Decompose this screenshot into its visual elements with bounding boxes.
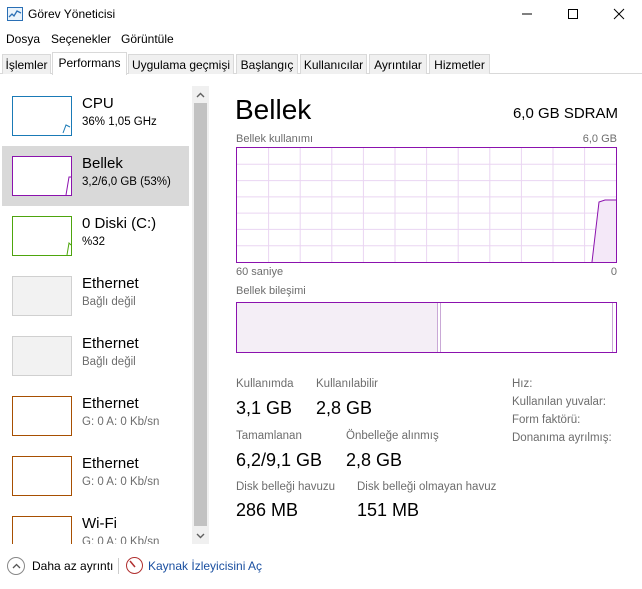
sidebar-item-label: Ethernet	[82, 335, 139, 352]
sidebar-item-detail: G: 0 A: 0 Kb/sn	[82, 476, 160, 488]
tab-services[interactable]: Hizmetler	[429, 54, 490, 74]
tab-app-history[interactable]: Uygulama geçmişi	[128, 54, 234, 74]
sidebar-item-label: Wi-Fi	[82, 515, 117, 532]
resource-sidebar: CPU 36% 1,05 GHz Bellek 3,2/6,0 GB (53%)…	[0, 86, 209, 544]
fewer-details-button[interactable]: Daha az ayrıntı	[32, 559, 113, 573]
paged-pool-value: 286 MB	[236, 500, 299, 520]
memory-detail-panel: Bellek 6,0 GB SDRAM Bellek kullanımı 6,0…	[209, 86, 642, 544]
composition-divider	[612, 303, 613, 352]
chevron-down-icon	[196, 533, 205, 538]
scroll-down-button[interactable]	[192, 527, 209, 544]
nonpaged-pool-label: Disk belleği olmayan havuz	[357, 481, 497, 493]
footer-divider	[118, 558, 119, 574]
nonpaged-pool-value: 151 MB	[357, 500, 420, 520]
available-label: Kullanılabilir	[316, 378, 379, 390]
composition-divider	[440, 303, 441, 352]
memory-usage-graph	[237, 148, 616, 262]
maximize-button[interactable]	[550, 0, 596, 28]
memory-usage-chart	[236, 147, 617, 263]
ethernet-thumbnail-graph	[12, 276, 72, 316]
footer-bar: Daha az ayrıntı Kaynak İzleyicisini Aç	[0, 552, 642, 580]
sidebar-item-cpu[interactable]: CPU 36% 1,05 GHz	[2, 86, 189, 146]
memory-thumbnail-graph	[12, 156, 72, 196]
sidebar-item-label: Ethernet	[82, 275, 139, 292]
sidebar-item-detail: G: 0 A: 0 Kb/sn	[82, 536, 160, 544]
sidebar-item-label: Ethernet	[82, 395, 139, 412]
sidebar-scrollbar[interactable]	[192, 86, 209, 544]
sidebar-item-detail: 36% 1,05 GHz	[82, 116, 157, 128]
menu-bar: Dosya Seçenekler Görüntüle	[0, 29, 642, 49]
scroll-thumb[interactable]	[194, 103, 207, 526]
open-resource-monitor-link[interactable]: Kaynak İzleyicisini Aç	[148, 559, 262, 573]
page-title: Bellek	[235, 94, 312, 125]
tab-startup[interactable]: Başlangıç	[236, 54, 298, 74]
speed-label: Hız:	[512, 378, 533, 390]
sidebar-item-detail: Bağlı değil	[82, 356, 136, 368]
close-button[interactable]	[596, 0, 642, 28]
minimize-button[interactable]	[504, 0, 550, 28]
wifi-thumbnail-graph	[12, 516, 72, 544]
form-factor-label: Form faktörü:	[512, 414, 581, 426]
sidebar-item-ethernet[interactable]: Ethernet Bağlı değil	[2, 266, 189, 326]
composition-chart-label: Bellek bileşimi	[236, 285, 306, 297]
tab-performance[interactable]: Performans	[52, 52, 127, 75]
sidebar-item-disk[interactable]: 0 Diski (C:) %32	[2, 206, 189, 266]
in-use-value: 3,1 GB	[236, 398, 293, 418]
tab-bar: İşlemler Performans Uygulama geçmişi Baş…	[0, 52, 642, 75]
composition-in-use[interactable]	[237, 303, 437, 352]
sidebar-item-memory[interactable]: Bellek 3,2/6,0 GB (53%)	[2, 146, 189, 206]
sidebar-item-ethernet[interactable]: Ethernet G: 0 A: 0 Kb/sn	[2, 446, 189, 506]
window-title: Görev Yöneticisi	[28, 7, 116, 21]
ethernet-thumbnail-graph	[12, 396, 72, 436]
sidebar-item-ethernet[interactable]: Ethernet Bağlı değil	[2, 326, 189, 386]
menu-options[interactable]: Seçenekler	[51, 32, 111, 46]
committed-label: Tamamlanan	[236, 430, 302, 442]
menu-view[interactable]: Görüntüle	[121, 32, 174, 46]
ethernet-thumbnail-graph	[12, 456, 72, 496]
resource-monitor-icon	[126, 557, 143, 574]
paged-pool-label: Disk belleği havuzu	[236, 481, 336, 493]
close-icon	[613, 8, 625, 20]
sidebar-item-label: Ethernet	[82, 455, 139, 472]
available-value: 2,8 GB	[316, 398, 373, 418]
committed-value: 6,2/9,1 GB	[236, 450, 323, 470]
sidebar-item-label: CPU	[82, 95, 114, 112]
cached-value: 2,8 GB	[346, 450, 403, 470]
title-bar: Görev Yöneticisi	[0, 0, 642, 28]
sidebar-item-detail: %32	[82, 236, 106, 248]
sidebar-item-ethernet[interactable]: Ethernet G: 0 A: 0 Kb/sn	[2, 386, 189, 446]
composition-divider	[437, 303, 438, 352]
chevron-up-icon	[196, 92, 205, 97]
minimize-icon	[522, 13, 532, 15]
sidebar-item-label: Bellek	[82, 155, 123, 172]
sidebar-item-detail: G: 0 A: 0 Kb/sn	[82, 416, 160, 428]
task-manager-icon	[7, 7, 23, 21]
cached-label: Önbelleğe alınmış	[346, 430, 439, 442]
usage-chart-max: 6,0 GB	[582, 133, 617, 145]
slots-used-label: Kullanılan yuvalar:	[512, 396, 606, 408]
tab-users[interactable]: Kullanıcılar	[300, 54, 367, 74]
tab-processes[interactable]: İşlemler	[2, 54, 51, 74]
in-use-label: Kullanımda	[236, 378, 294, 390]
memory-model: 6,0 GB SDRAM	[512, 105, 618, 122]
sidebar-item-label: 0 Diski (C:)	[82, 215, 157, 232]
menu-file[interactable]: Dosya	[6, 32, 40, 46]
sidebar-item-detail: Bağlı değil	[82, 296, 136, 308]
maximize-icon	[568, 9, 578, 19]
time-axis-left: 60 saniye	[236, 266, 284, 278]
hardware-reserved-label: Donanıma ayrılmış:	[512, 432, 612, 444]
chevron-up-circle-icon[interactable]	[7, 557, 25, 575]
disk-thumbnail-graph	[12, 216, 72, 256]
memory-composition-bar	[236, 302, 617, 353]
ethernet-thumbnail-graph	[12, 336, 72, 376]
tab-details[interactable]: Ayrıntılar	[369, 54, 427, 74]
time-axis-right: 0	[610, 266, 617, 278]
sidebar-item-wifi[interactable]: Wi-Fi G: 0 A: 0 Kb/sn	[2, 506, 189, 544]
sidebar-item-detail: 3,2/6,0 GB (53%)	[82, 176, 171, 188]
cpu-thumbnail-graph	[12, 96, 72, 136]
scroll-up-button[interactable]	[192, 86, 209, 103]
usage-chart-label: Bellek kullanımı	[236, 133, 314, 145]
